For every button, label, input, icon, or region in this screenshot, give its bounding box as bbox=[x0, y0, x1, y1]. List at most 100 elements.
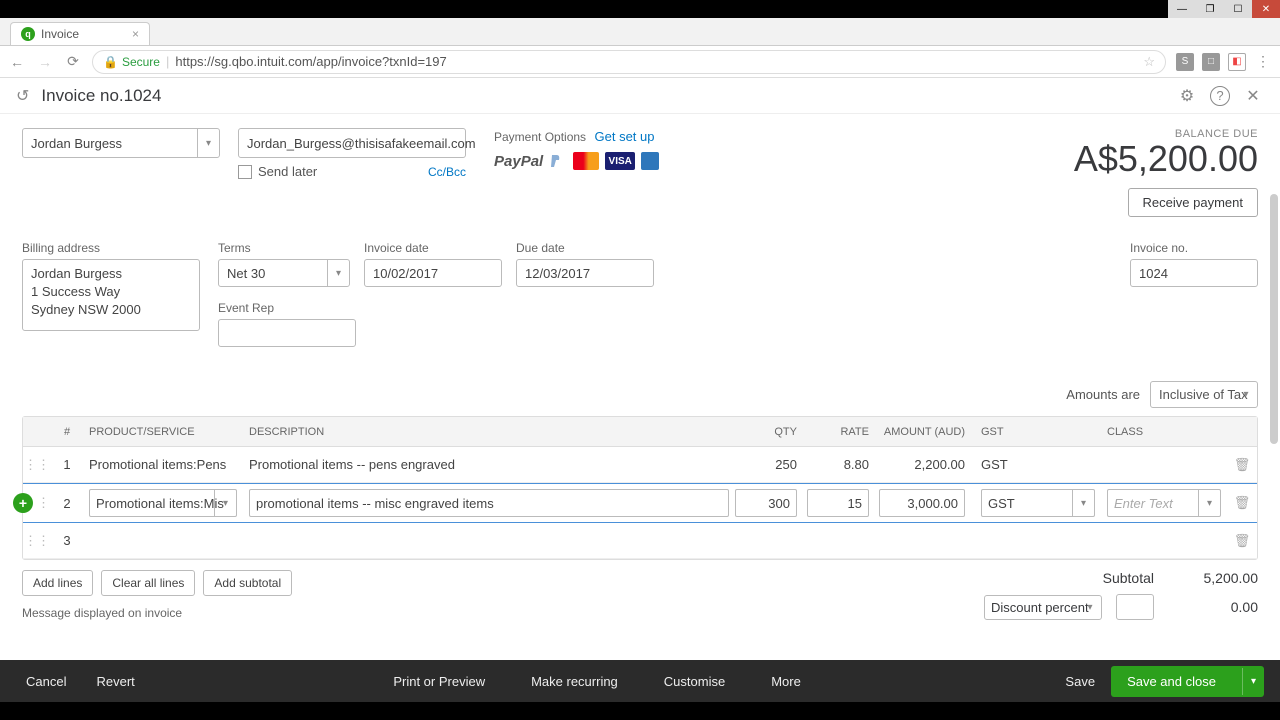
forward-icon[interactable]: → bbox=[36, 53, 54, 71]
line-item-row[interactable]: ⋮⋮ 1 Promotional items:Pens Promotional … bbox=[23, 447, 1257, 483]
browser-tab-bar: q Invoice × bbox=[0, 18, 1280, 46]
paypal-icon bbox=[549, 153, 567, 169]
payment-options: Payment Options Get set up PayPal VISA bbox=[494, 128, 659, 170]
delete-row-icon[interactable]: 🗑 bbox=[1227, 495, 1257, 511]
receive-payment-button[interactable]: Receive payment bbox=[1128, 188, 1258, 217]
invoice-form: Jordan Burgess ▾ Jordan_Burgess@thisisaf… bbox=[0, 114, 1280, 660]
product-select[interactable]: Promotional items:Mis▾ bbox=[89, 489, 237, 517]
revert-button[interactable]: Revert bbox=[86, 668, 144, 695]
back-icon[interactable]: ← bbox=[8, 53, 26, 71]
email-field[interactable]: Jordan_Burgess@thisisafakeemail.com bbox=[238, 128, 466, 158]
customer-select[interactable]: Jordan Burgess ▾ bbox=[22, 128, 220, 158]
chevron-down-icon: ▾ bbox=[1235, 382, 1257, 407]
subtotal-value: 5,200.00 bbox=[1168, 570, 1258, 586]
chrome-menu-icon[interactable]: ⋮ bbox=[1254, 53, 1272, 71]
reload-icon[interactable]: ⟳ bbox=[64, 53, 82, 71]
discount-type-select[interactable]: Discount percent ▾ bbox=[984, 595, 1102, 620]
invoice-date-field[interactable]: 10/02/2017 bbox=[364, 259, 502, 287]
qty-input[interactable]: 300 bbox=[735, 489, 797, 517]
chevron-down-icon: ▾ bbox=[327, 260, 349, 286]
url-bar[interactable]: 🔒 Secure | https://sg.qbo.intuit.com/app… bbox=[92, 50, 1166, 74]
url-text: https://sg.qbo.intuit.com/app/invoice?tx… bbox=[175, 54, 446, 69]
class-select[interactable]: Enter Text▾ bbox=[1107, 489, 1221, 517]
bookmark-icon[interactable]: ☆ bbox=[1143, 54, 1155, 70]
window-maximize[interactable]: ☐ bbox=[1224, 0, 1252, 18]
subtotal-label: Subtotal bbox=[1064, 570, 1154, 586]
delete-row-icon[interactable]: 🗑 bbox=[1227, 533, 1257, 549]
amounts-are-label: Amounts are bbox=[1066, 387, 1140, 402]
add-subtotal-button[interactable]: Add subtotal bbox=[203, 570, 292, 596]
window-restore[interactable]: ❐ bbox=[1196, 0, 1224, 18]
visa-logo: VISA bbox=[605, 152, 635, 170]
browser-tab[interactable]: q Invoice × bbox=[10, 22, 150, 45]
save-button[interactable]: Save bbox=[1049, 666, 1111, 697]
page-title: Invoice no.1024 bbox=[41, 86, 161, 106]
line-item-row-active[interactable]: + ⋮⋮ 2 Promotional items:Mis▾ promotiona… bbox=[23, 483, 1257, 523]
secure-indicator: 🔒 Secure bbox=[103, 55, 160, 69]
amount-input[interactable]: 3,000.00 bbox=[879, 489, 965, 517]
save-dropdown-icon[interactable]: ▾ bbox=[1242, 668, 1264, 695]
help-icon[interactable]: ? bbox=[1210, 86, 1230, 106]
window-minimize[interactable]: — bbox=[1168, 0, 1196, 18]
billing-label: Billing address bbox=[22, 241, 200, 255]
tax-inclusive-select[interactable]: Inclusive of Tax ▾ bbox=[1150, 381, 1258, 408]
terms-select[interactable]: Net 30 ▾ bbox=[218, 259, 350, 287]
chevron-down-icon: ▾ bbox=[214, 490, 236, 516]
recurring-button[interactable]: Make recurring bbox=[521, 668, 628, 695]
close-icon[interactable]: ✕ bbox=[1242, 85, 1264, 107]
history-icon[interactable]: ↺ bbox=[16, 86, 29, 106]
invoice-header: ↺ Invoice no.1024 ⚙ ? ✕ bbox=[0, 78, 1280, 114]
gear-icon[interactable]: ⚙ bbox=[1176, 85, 1198, 107]
browser-toolbar: ← → ⟳ 🔒 Secure | https://sg.qbo.intuit.c… bbox=[0, 46, 1280, 78]
window-close[interactable]: ✕ bbox=[1252, 0, 1280, 18]
tab-title: Invoice bbox=[41, 27, 79, 41]
customer-name: Jordan Burgess bbox=[31, 136, 122, 151]
description-input[interactable]: promotional items -- misc engraved items bbox=[249, 489, 729, 517]
tab-close-icon[interactable]: × bbox=[132, 27, 139, 41]
chevron-down-icon: ▾ bbox=[1198, 490, 1220, 516]
action-footer: Cancel Revert Print or Preview Make recu… bbox=[0, 660, 1280, 702]
delete-row-icon[interactable]: 🗑 bbox=[1227, 457, 1257, 473]
chevron-down-icon: ▾ bbox=[1072, 490, 1094, 516]
gst-select[interactable]: GST▾ bbox=[981, 489, 1095, 517]
invoice-number-field[interactable]: 1024 bbox=[1130, 259, 1258, 287]
more-button[interactable]: More bbox=[761, 668, 811, 695]
mastercard-logo bbox=[573, 152, 599, 170]
ccbcc-link[interactable]: Cc/Bcc bbox=[428, 165, 466, 179]
clear-lines-button[interactable]: Clear all lines bbox=[101, 570, 195, 596]
qb-favicon: q bbox=[21, 27, 35, 41]
rate-input[interactable]: 15 bbox=[807, 489, 869, 517]
discount-value: 0.00 bbox=[1168, 599, 1258, 615]
add-row-icon[interactable]: + bbox=[13, 493, 33, 513]
ext-icon-1[interactable]: S bbox=[1176, 53, 1194, 71]
line-item-row-empty[interactable]: ⋮⋮ 3 🗑 bbox=[23, 523, 1257, 559]
drag-handle-icon[interactable]: ⋮⋮ bbox=[23, 457, 51, 473]
grid-header: # PRODUCT/SERVICE DESCRIPTION QTY RATE A… bbox=[23, 417, 1257, 447]
scrollbar[interactable] bbox=[1270, 194, 1278, 444]
line-items-grid: # PRODUCT/SERVICE DESCRIPTION QTY RATE A… bbox=[22, 416, 1258, 560]
event-rep-field[interactable] bbox=[218, 319, 356, 347]
window-controls: — ❐ ☐ ✕ bbox=[1168, 0, 1280, 18]
ext-icon-3[interactable]: ◧ bbox=[1228, 53, 1246, 71]
message-label: Message displayed on invoice bbox=[22, 606, 292, 620]
chevron-down-icon: ▾ bbox=[1079, 596, 1101, 619]
customise-button[interactable]: Customise bbox=[654, 668, 735, 695]
balance-amount: A$5,200.00 bbox=[1074, 138, 1258, 180]
add-lines-button[interactable]: Add lines bbox=[22, 570, 93, 596]
amex-logo bbox=[641, 152, 659, 170]
checkbox-icon bbox=[238, 165, 252, 179]
paypal-logo: PayPal bbox=[494, 153, 543, 170]
ext-icon-2[interactable]: □ bbox=[1202, 53, 1220, 71]
save-and-close-button[interactable]: Save and close ▾ bbox=[1111, 666, 1264, 697]
chevron-down-icon: ▾ bbox=[197, 129, 219, 157]
discount-input[interactable] bbox=[1116, 594, 1154, 620]
browser-extensions: S □ ◧ ⋮ bbox=[1176, 53, 1272, 71]
print-button[interactable]: Print or Preview bbox=[383, 668, 495, 695]
billing-address[interactable]: Jordan Burgess 1 Success Way Sydney NSW … bbox=[22, 259, 200, 331]
send-later-checkbox[interactable]: Send later bbox=[238, 164, 317, 179]
drag-handle-icon[interactable]: ⋮⋮ bbox=[23, 533, 51, 549]
setup-link[interactable]: Get set up bbox=[595, 129, 655, 144]
balance-due: BALANCE DUE A$5,200.00 Receive payment bbox=[1074, 128, 1258, 217]
cancel-button[interactable]: Cancel bbox=[16, 668, 76, 695]
due-date-field[interactable]: 12/03/2017 bbox=[516, 259, 654, 287]
